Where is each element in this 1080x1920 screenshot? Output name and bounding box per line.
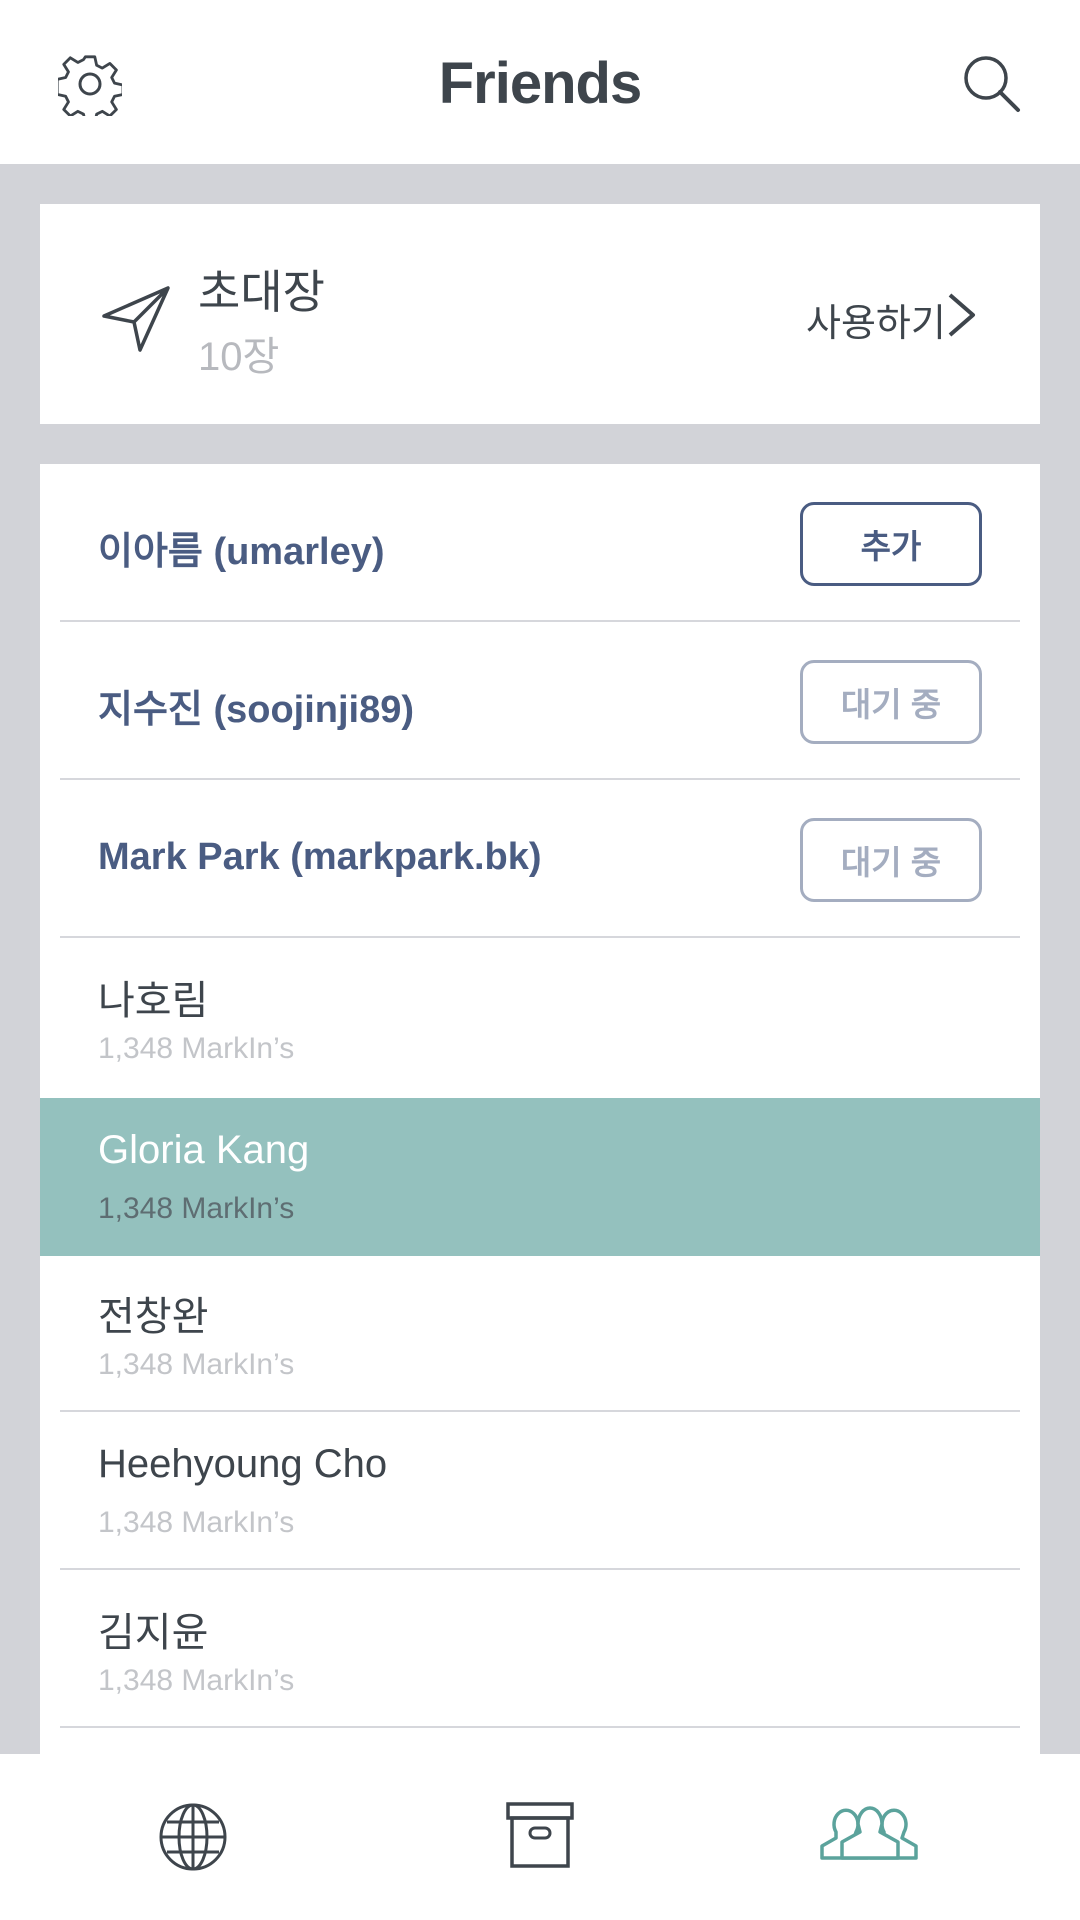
invite-count: 10장 <box>198 335 280 379</box>
chevron-right-icon[interactable] <box>946 292 976 338</box>
friend-name: 전창완 <box>98 1295 209 1339</box>
friend-row[interactable]: 김지윤 1,348 MarkIn’s <box>40 1570 1040 1728</box>
request-row: Mark Park (markpark.bk) 대기 중 <box>40 780 1040 938</box>
add-friend-button[interactable]: 추가 <box>800 502 982 586</box>
invite-card[interactable]: 초대장 10장 사용하기 <box>40 204 1040 424</box>
request-row: 지수진 (soojinji89) 대기 중 <box>40 622 1040 780</box>
friend-row[interactable]: 전창완 1,348 MarkIn’s <box>40 1254 1040 1412</box>
globe-icon[interactable] <box>158 1802 228 1872</box>
row-divider <box>60 936 1020 938</box>
archive-box-icon[interactable] <box>506 1802 574 1868</box>
request-name: 지수진 (soojinji89) <box>98 689 415 731</box>
page-title: Friends <box>438 51 643 116</box>
friends-list: 이아름 (umarley) 추가 지수진 (soojinji89) 대기 중 M… <box>40 464 1040 1754</box>
friend-markins: 1,348 MarkIn’s <box>98 1032 295 1065</box>
request-row: 이아름 (umarley) 추가 <box>40 464 1040 622</box>
pending-button[interactable]: 대기 중 <box>800 660 982 744</box>
friend-name: Gloria Kang <box>98 1128 310 1172</box>
friend-markins: 1,348 MarkIn’s <box>98 1506 295 1539</box>
request-name: 이아름 (umarley) <box>98 531 385 573</box>
friend-row-selected[interactable]: Gloria Kang 1,348 MarkIn’s <box>40 1098 1040 1256</box>
friend-name: Heehyoung Cho <box>98 1442 388 1486</box>
friend-markins: 1,348 MarkIn’s <box>98 1192 295 1225</box>
friend-markins: 1,348 MarkIn’s <box>98 1664 295 1697</box>
paper-plane-icon <box>102 286 170 352</box>
friend-name: 나호림 <box>98 979 209 1023</box>
request-name: Mark Park (markpark.bk) <box>98 836 542 878</box>
friend-name: 김지윤 <box>98 1611 209 1655</box>
search-icon[interactable] <box>962 54 1022 114</box>
header-bar: Friends <box>0 0 1080 164</box>
friend-markins: 1,348 MarkIn’s <box>98 1348 295 1381</box>
friend-row[interactable]: Heehyoung Cho 1,348 MarkIn’s <box>40 1412 1040 1570</box>
bottom-tab-bar <box>0 1754 1080 1920</box>
row-divider <box>60 1726 1020 1728</box>
friends-icon[interactable] <box>814 1798 926 1874</box>
friend-row[interactable]: 나호림 1,348 MarkIn’s <box>40 938 1040 1096</box>
pending-button[interactable]: 대기 중 <box>800 818 982 902</box>
invite-title: 초대장 <box>198 266 325 318</box>
use-invite-button[interactable]: 사용하기 <box>806 292 946 347</box>
